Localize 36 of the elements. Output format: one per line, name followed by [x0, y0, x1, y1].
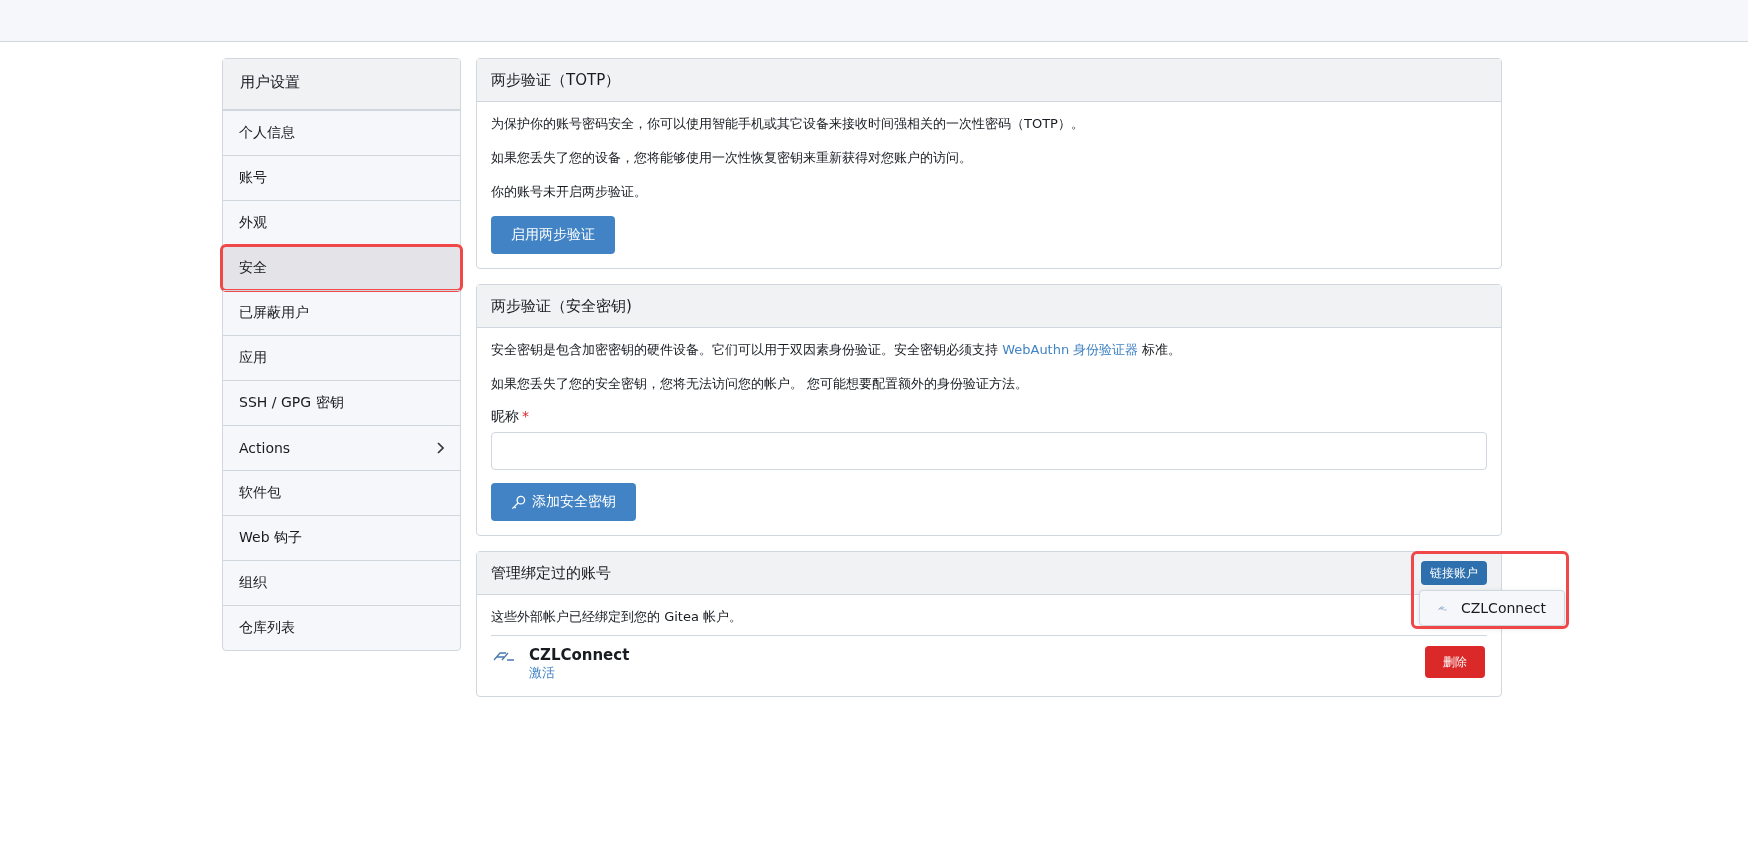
sidebar-title: 用户设置: [223, 59, 460, 110]
field-label: 昵称 *: [491, 408, 530, 426]
enable-two-factor-button[interactable]: 启用两步验证: [491, 216, 615, 254]
sidebar-item[interactable]: 应用: [223, 335, 460, 380]
paragraph: 如果您丢失了您的安全密钥，您将无法访问您的帐户。 您可能想要配置额外的身份验证方法。: [491, 375, 1029, 393]
add-security-key-button[interactable]: 添加安全密钥: [491, 483, 636, 521]
paragraph: 如果您丢失了您的设备，您将能够使用一次性恢复密钥来重新获得对您账户的访问。: [491, 149, 972, 167]
panel-title: 管理绑定过的账号: [491, 563, 611, 583]
sidebar-item[interactable]: 账号: [223, 155, 460, 200]
sidebar-item[interactable]: 已屏蔽用户: [223, 290, 460, 335]
link-account-button[interactable]: 链接账户: [1421, 561, 1487, 585]
delete-button[interactable]: 删除: [1425, 646, 1485, 678]
sidebar-item[interactable]: 外观: [223, 200, 460, 245]
sidebar-item[interactable]: Web 钩子: [223, 515, 460, 560]
menu-item[interactable]: CZLConnect: [1460, 600, 1546, 616]
sidebar-item[interactable]: 个人信息: [223, 110, 460, 155]
sidebar-item[interactable]: 组织: [223, 560, 460, 605]
paragraph: 这些外部帐户已经绑定到您的 Gitea 帐户。: [491, 608, 742, 626]
paragraph: 为保护你的账号密码安全，你可以使用智能手机或其它设备来接收时间强相关的一次性密码（TOTP）。: [491, 115, 1084, 133]
logo-icon: [493, 652, 515, 661]
sidebar-item[interactable]: 仓库列表: [223, 605, 460, 650]
account-status: 激活: [529, 664, 556, 682]
sidebar-item[interactable]: Actions: [223, 425, 460, 470]
chevron-right-icon: [436, 442, 444, 454]
nickname-input-field[interactable]: [491, 432, 1487, 470]
sidebar-item[interactable]: 安全: [223, 245, 460, 290]
key-icon: [511, 494, 526, 510]
webauthn-link[interactable]: WebAuthn 身份验证器: [1002, 342, 1139, 357]
account-name: CZLConnect: [529, 646, 630, 664]
panel-title: 两步验证（安全密钥): [491, 296, 632, 316]
panel-title: 两步验证（TOTP）: [491, 70, 621, 90]
logo-icon: [1438, 603, 1447, 613]
sidebar-item[interactable]: SSH / GPG 密钥: [223, 380, 460, 425]
paragraph: 安全密钥是包含加密密钥的硬件设备。它们可以用于双因素身份验证。安全密钥必须支持 WebAuthn 身份验证器 标准。: [491, 341, 1182, 359]
sidebar-item[interactable]: 软件包: [223, 470, 460, 515]
paragraph: 你的账号未开启两步验证。: [491, 183, 647, 201]
